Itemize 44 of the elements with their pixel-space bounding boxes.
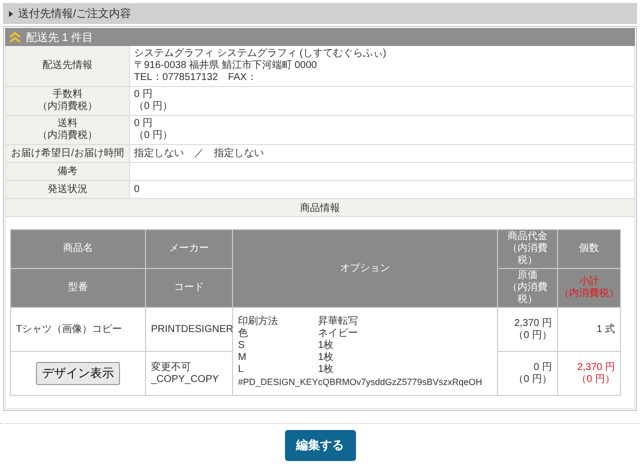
option-value: 昇華転写 [318,316,359,328]
section-title: 送付先情報/ご注文内容 [18,6,132,21]
triangle-icon [9,10,13,16]
column-header: 商品代金 （内消費 税） [498,230,558,268]
option-value: 1枚 [318,340,335,352]
table-cell: 0 円 （0 円） [498,352,558,396]
table-cell: 2,370 円 （0 円） [558,352,620,396]
card-title: 配送先 1 件目 [26,30,94,44]
row-label: 備考 [6,163,130,181]
design-view-button[interactable]: デザイン表示 [36,362,120,385]
row-value: 0 円 （0 円） [130,87,635,116]
column-header: オプション [232,230,498,308]
option-name: L [238,364,245,376]
row-label: 発送状況 [6,181,130,199]
row-value: システムグラフィ システムグラフィ (しすてむぐらふぃ) 〒916-0038 福井県 鯖江市下河端町 0000 TEL：0778517132 FAX： [130,46,635,87]
option-name: 印刷方法 [238,316,279,328]
column-header: 型番 [10,268,146,308]
table-cell: 1 式 [558,308,620,352]
design-key: #PD_DESIGN_KEYcQBRMOv7ysddGzZ5779sBVszxRqeOH [238,376,482,388]
column-header: 小計 （内消費税） [558,268,620,308]
row-label: お届け希望日/お届け時間 [6,145,130,163]
column-header: 個数 [558,230,620,268]
option-name: S [238,340,246,352]
option-name: M [238,352,248,364]
edit-button[interactable]: 編集する [284,430,356,461]
chevron-up-icon [9,32,21,42]
products-heading: 商品情報 [6,199,635,217]
column-header: 原価 （内消費 税） [498,268,558,308]
option-value: ネイビー [318,328,359,340]
table-cell: PRINTDESIGNER [146,308,232,352]
column-header: 商品名 [10,230,146,268]
option-value: 1枚 [318,364,335,376]
section-header[interactable]: 送付先情報/ご注文内容 [3,3,637,24]
table-cell: Tシャツ（画像）コピー [10,308,146,352]
column-header: メーカー [146,230,232,268]
row-label: 送料 （内消費税） [6,116,130,145]
row-label: 手数料 （内消費税） [6,87,130,116]
column-header: コード [146,268,232,308]
option-value: 1枚 [318,352,335,364]
table-cell: 2,370 円 （0 円） [498,308,558,352]
option-name: 色 [238,328,249,340]
row-value: 0 円 （0 円） [130,116,635,145]
row-label: 配送先情報 [6,46,130,87]
row-value: 指定しない ／ 指定しない [130,145,635,163]
